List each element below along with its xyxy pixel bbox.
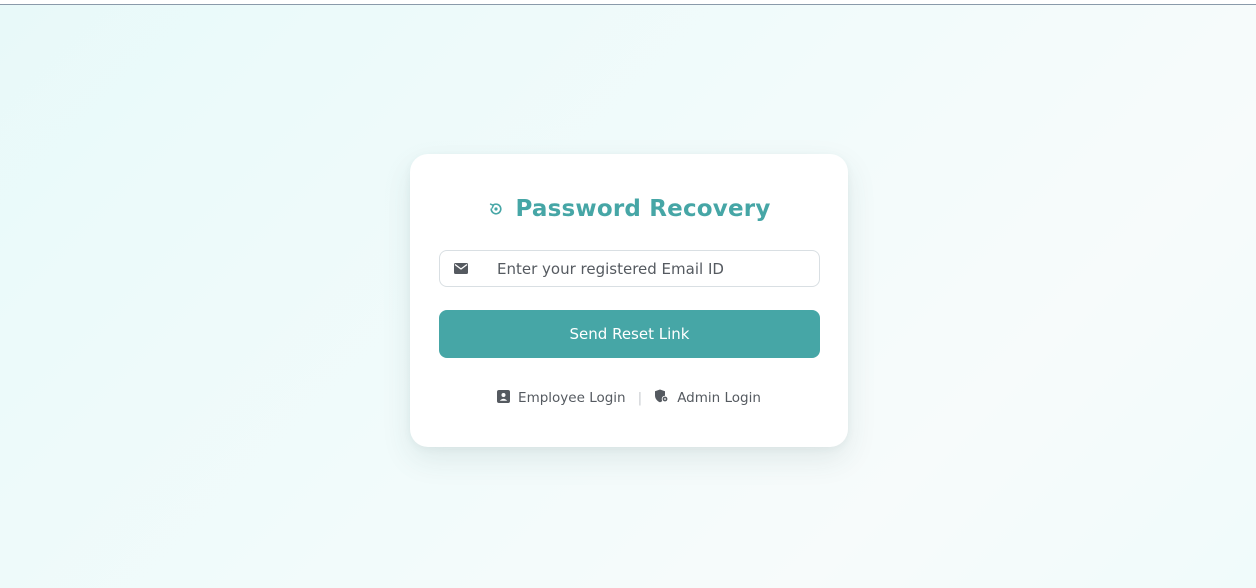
card-header: Password Recovery — [410, 192, 848, 226]
login-links: Employee Login | Admin Login — [410, 387, 848, 409]
employee-login-label: Employee Login — [518, 390, 626, 406]
top-border — [0, 0, 1256, 5]
links-separator: | — [637, 390, 643, 406]
password-recovery-card: Password Recovery Send Reset Link Employ… — [410, 154, 848, 447]
send-reset-link-button[interactable]: Send Reset Link — [439, 310, 820, 358]
id-card-icon — [497, 389, 511, 407]
admin-login-link[interactable]: Admin Login — [654, 389, 761, 407]
envelope-icon — [440, 251, 482, 286]
shield-gear-icon — [654, 389, 669, 407]
email-field-group — [439, 250, 820, 287]
page-title: Password Recovery — [515, 196, 771, 222]
employee-login-link[interactable]: Employee Login — [497, 389, 626, 407]
restore-icon — [487, 200, 505, 218]
admin-login-label: Admin Login — [677, 390, 761, 406]
email-input[interactable] — [482, 250, 819, 287]
